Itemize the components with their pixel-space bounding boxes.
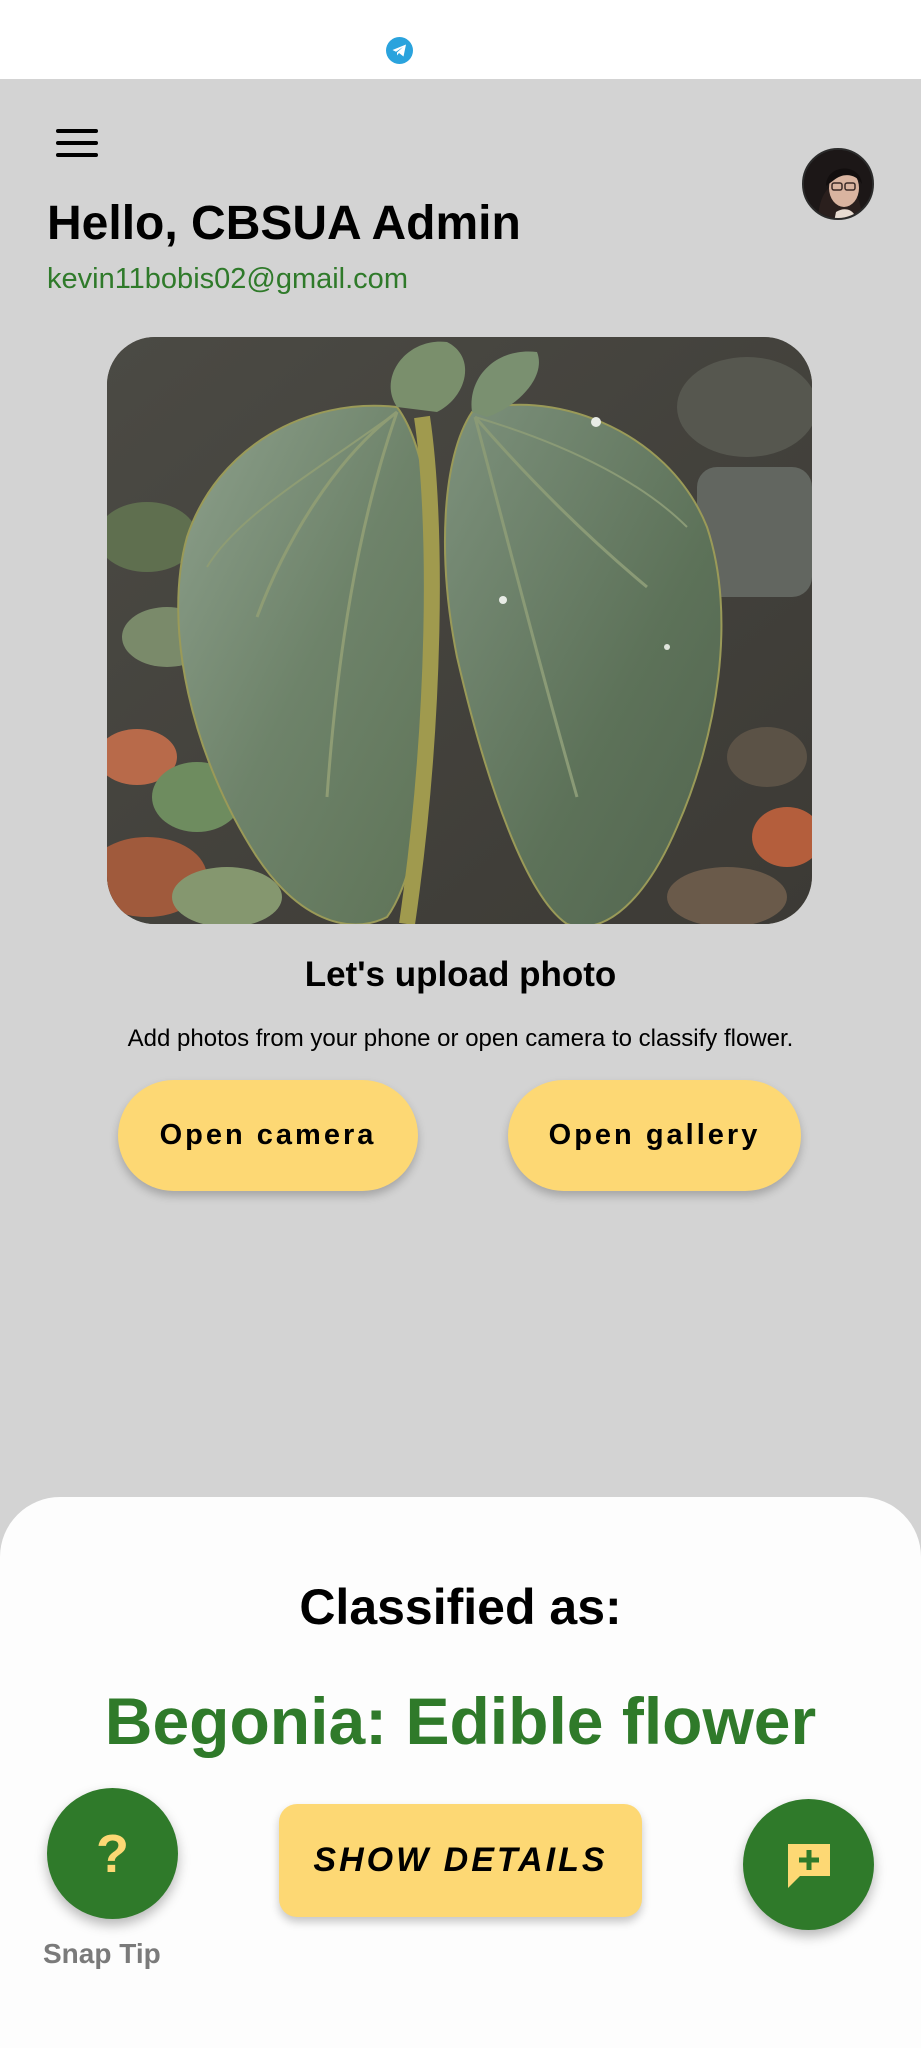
classification-result: Begonia: Edible flower xyxy=(104,1684,817,1758)
hamburger-menu-icon[interactable] xyxy=(52,125,102,161)
snap-tip-label: Snap Tip xyxy=(43,1938,161,1969)
classified-label: Classified as: xyxy=(299,1579,622,1635)
show-details-button[interactable]: SHOW DETAILS xyxy=(279,1804,642,1917)
user-email: kevin11bobis02@gmail.com xyxy=(47,263,408,295)
add-comment-button[interactable] xyxy=(743,1799,874,1930)
telegram-icon xyxy=(386,37,413,64)
add-comment-icon xyxy=(787,1843,830,1888)
snap-tip-button[interactable]: ? xyxy=(47,1788,178,1919)
flower-photo xyxy=(107,337,812,924)
upload-subtitle: Add photos from your phone or open camer… xyxy=(127,1025,794,1052)
upload-title: Let's upload photo xyxy=(304,955,617,994)
status-bar xyxy=(0,0,921,79)
open-camera-button[interactable]: Open camera xyxy=(118,1080,418,1191)
open-gallery-button[interactable]: Open gallery xyxy=(508,1080,801,1191)
question-mark-icon: ? xyxy=(96,1823,129,1884)
greeting-title: Hello, CBSUA Admin xyxy=(47,197,521,250)
avatar[interactable] xyxy=(802,148,874,220)
